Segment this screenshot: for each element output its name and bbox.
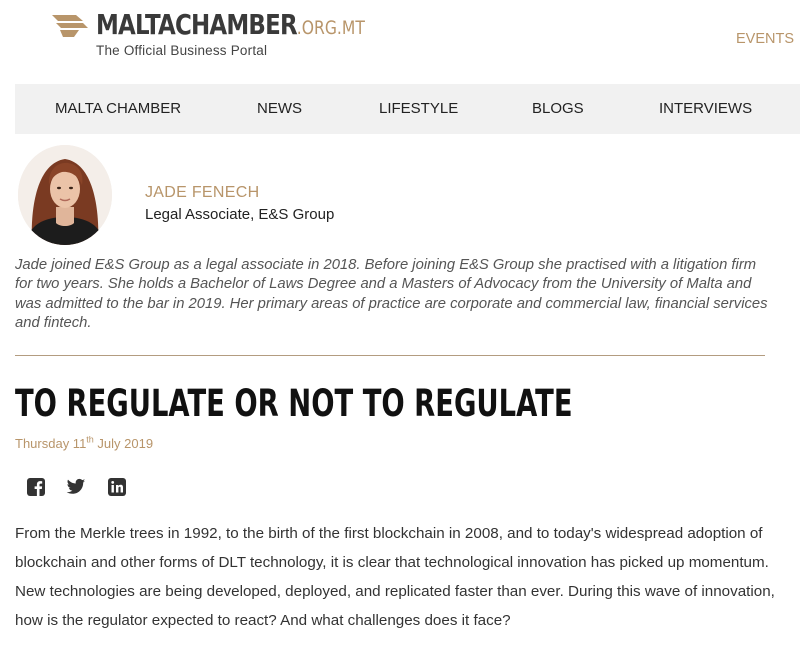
malta-chamber-logo-icon[interactable] [50, 12, 90, 40]
nav-item-news[interactable]: NEWS [257, 100, 302, 117]
logo-tagline: The Official Business Portal [96, 43, 268, 58]
author-avatar [18, 145, 112, 245]
author-bio: Jade joined E&S Group as a legal associa… [15, 257, 768, 332]
section-divider [15, 355, 765, 356]
facebook-icon [27, 478, 45, 496]
author-role: Legal Associate, E&S Group [145, 206, 335, 223]
facebook-share-button[interactable] [26, 477, 46, 497]
article-title: TO REGULATE OR NOT TO REGULATE [15, 382, 573, 425]
nav-item-blogs[interactable]: BLOGS [532, 100, 584, 117]
linkedin-icon [108, 478, 126, 496]
twitter-icon [66, 478, 86, 494]
site-logo[interactable]: MALTACHAMBER.ORG.MT [96, 10, 365, 43]
author-name[interactable]: JADE FENECH [145, 184, 259, 202]
linkedin-share-button[interactable] [107, 477, 127, 497]
nav-item-lifestyle[interactable]: LIFESTYLE [379, 100, 458, 117]
site-header: MALTACHAMBER.ORG.MT The Official Busines… [0, 0, 800, 84]
nav-item-interviews[interactable]: INTERVIEWS [659, 100, 752, 117]
twitter-share-button[interactable] [66, 477, 86, 497]
nav-item-malta-chamber[interactable]: MALTA CHAMBER [55, 100, 181, 117]
logo-domain: .ORG.MT [296, 17, 365, 39]
article-body: From the Merkle trees in 1992, to the bi… [15, 525, 775, 629]
article-date: Thursday 11th July 2019 [15, 434, 154, 451]
events-link[interactable]: EVENTS [736, 31, 794, 47]
main-navigation: MALTA CHAMBER NEWS LIFESTYLE BLOGS INTER… [15, 84, 800, 134]
